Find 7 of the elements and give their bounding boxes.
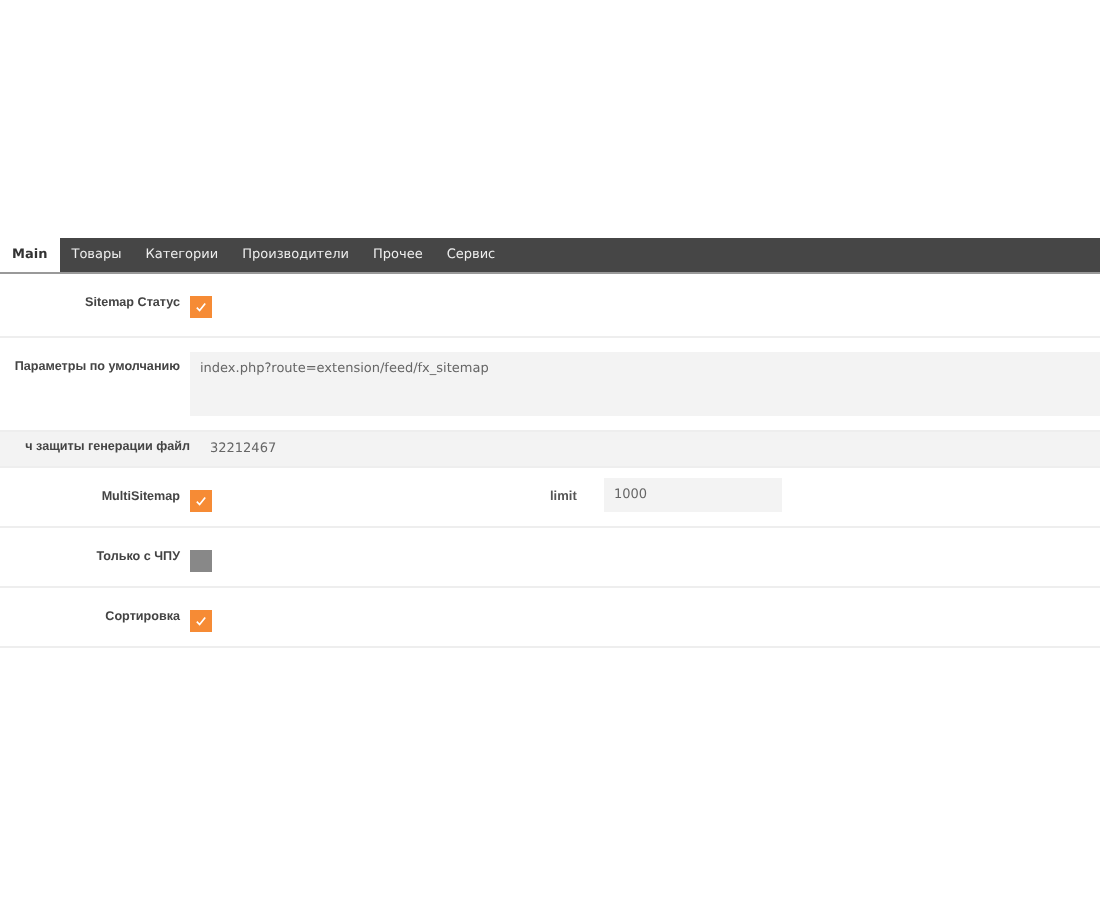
check-icon xyxy=(194,494,208,508)
check-icon xyxy=(194,300,208,314)
checkbox[interactable] xyxy=(190,610,212,632)
checkbox[interactable] xyxy=(190,296,212,318)
checkbox[interactable] xyxy=(190,550,212,572)
check-icon xyxy=(194,614,208,628)
checkbox[interactable] xyxy=(190,490,212,512)
